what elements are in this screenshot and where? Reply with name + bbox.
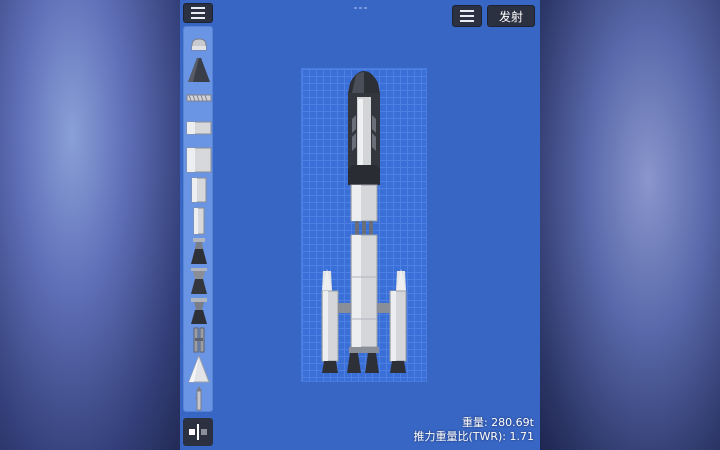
separator-part[interactable] xyxy=(186,327,212,353)
cone-part[interactable] xyxy=(186,355,212,383)
capsule-part[interactable] xyxy=(186,35,212,51)
right-background xyxy=(540,0,720,450)
engine-small-part[interactable] xyxy=(186,237,212,265)
nose-cone-part[interactable] xyxy=(186,57,212,83)
fuel-tank-thin-part[interactable] xyxy=(186,207,212,235)
symmetry-icon xyxy=(189,424,207,440)
hamburger-icon xyxy=(191,7,205,19)
core-stage xyxy=(347,234,379,373)
rocket-nose-fairing xyxy=(348,71,380,185)
vehicle-stats: 重量: 280.69t 推力重量比(TWR): 1.71 xyxy=(413,416,534,444)
parts-palette[interactable] xyxy=(183,26,213,412)
launch-button[interactable]: 发射 xyxy=(487,5,535,27)
fuel-tank-short-part[interactable] xyxy=(186,119,212,135)
symmetry-button[interactable] xyxy=(183,418,213,446)
build-screen: 发射 重量: 280.69t 推力重量比(TWR): 1.71 xyxy=(180,0,540,450)
drag-handle[interactable] xyxy=(354,7,367,9)
hamburger-icon xyxy=(460,10,474,22)
left-menu-button[interactable] xyxy=(183,3,213,23)
left-background xyxy=(0,0,180,450)
build-grid[interactable] xyxy=(301,68,427,382)
fuel-tank-large-part[interactable] xyxy=(186,145,212,173)
twr-readout: 推力重量比(TWR): 1.71 xyxy=(413,430,534,443)
engine-large-part[interactable] xyxy=(186,297,212,325)
parachute-part[interactable] xyxy=(186,385,212,411)
rocket-assembly[interactable] xyxy=(302,69,428,383)
right-menu-button[interactable] xyxy=(452,5,482,27)
engine-medium-part[interactable] xyxy=(186,267,212,295)
upper-stage xyxy=(350,184,378,235)
right-booster xyxy=(377,269,407,373)
mass-readout: 重量: 280.69t xyxy=(461,416,534,429)
docking-port-part[interactable] xyxy=(186,91,212,103)
fuel-tank-medium-part[interactable] xyxy=(186,177,212,203)
left-booster xyxy=(321,269,351,373)
